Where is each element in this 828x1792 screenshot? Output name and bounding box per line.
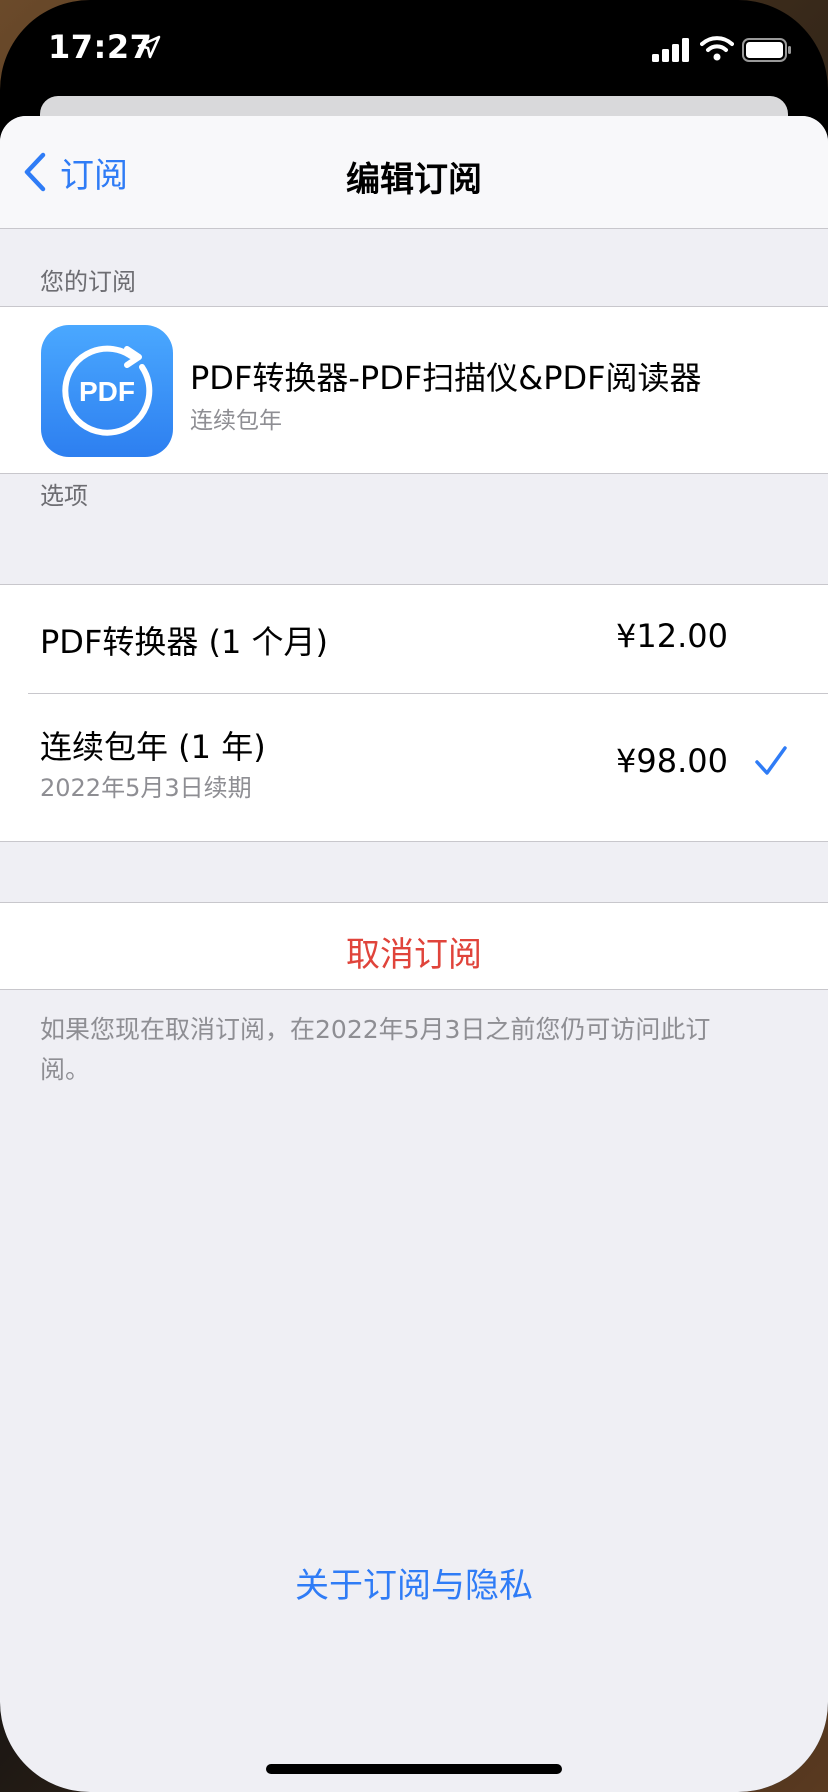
app-icon: PDF (41, 325, 173, 457)
option-title: 连续包年 (1 年) (40, 728, 266, 766)
battery-icon (742, 38, 791, 62)
svg-text:PDF: PDF (79, 376, 135, 407)
page-title: 编辑订阅 (346, 160, 482, 200)
options-list: PDF转换器 (1 个月) ¥12.00 连续包年 (1 年) 2022年5月3… (0, 584, 828, 842)
section-header-options: 选项 (40, 482, 88, 510)
home-indicator[interactable] (266, 1764, 562, 1774)
app-name: PDF转换器-PDF扫描仪&PDF阅读器 (190, 359, 702, 397)
navigation-bar: 订阅 编辑订阅 (0, 116, 828, 229)
option-price: ¥12.00 (616, 617, 728, 655)
cellular-signal-icon (652, 38, 689, 62)
cancel-footnote: 如果您现在取消订阅，在2022年5月3日之前您仍可访问此订阅。 (40, 1015, 711, 1084)
option-row-monthly[interactable]: PDF转换器 (1 个月) ¥12.00 (0, 585, 828, 693)
wifi-icon (700, 36, 734, 61)
cancel-subscription-button[interactable]: 取消订阅 (0, 927, 828, 976)
edit-subscription-sheet: 订阅 编辑订阅 您的订阅 PDF PDF转换器-PDF扫描仪&PDF阅读器 连续… (0, 116, 828, 1792)
subscription-app-row: PDF PDF转换器-PDF扫描仪&PDF阅读器 连续包年 (0, 306, 828, 474)
subscription-privacy-link[interactable]: 关于订阅与隐私 (0, 1558, 828, 1607)
option-row-yearly[interactable]: 连续包年 (1 年) 2022年5月3日续期 ¥98.00 (0, 694, 828, 841)
option-title: PDF转换器 (1 个月) (40, 623, 329, 661)
option-renewal-date: 2022年5月3日续期 (40, 774, 252, 802)
pdf-app-logo-icon: PDF (62, 345, 153, 436)
device-screen: 17:27 订阅 编辑订阅 您的订阅 PDF PDF转换器-PDF扫描仪&PDF… (0, 0, 828, 1792)
location-arrow-icon (137, 35, 161, 59)
option-price: ¥98.00 (616, 742, 728, 780)
section-header-your-subscriptions: 您的订阅 (40, 268, 136, 296)
cancel-group: 取消订阅 (0, 902, 828, 990)
app-plan: 连续包年 (190, 408, 282, 434)
status-bar: 17:27 (0, 0, 828, 100)
checkmark-icon (755, 746, 787, 775)
